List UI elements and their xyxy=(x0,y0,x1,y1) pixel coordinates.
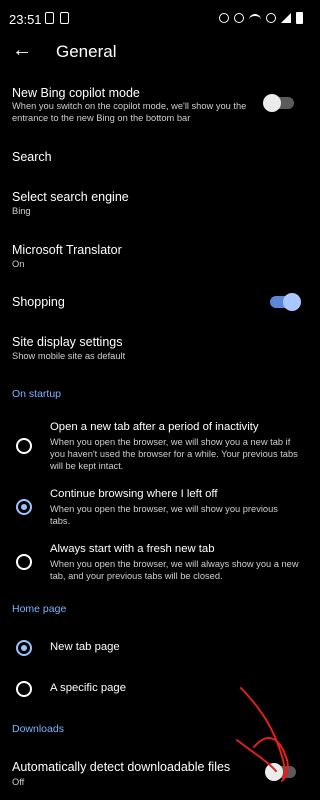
status-bar: 23:51 xyxy=(0,0,312,34)
status-time: 23:51 xyxy=(9,12,42,27)
radio-button-selected[interactable] xyxy=(16,499,32,515)
setting-translator[interactable]: Microsoft Translator On xyxy=(0,239,312,273)
section-header-homepage: Home page xyxy=(12,603,67,615)
setting-value: On xyxy=(12,259,25,269)
setting-search[interactable]: Search xyxy=(0,146,312,170)
bing-copilot-toggle[interactable] xyxy=(263,94,294,112)
setting-value: Off xyxy=(12,777,25,787)
option-title: Open a new tab after a period of inactiv… xyxy=(50,421,259,433)
setting-search-engine[interactable]: Select search engine Bing xyxy=(0,186,312,220)
homepage-option[interactable]: A specific page xyxy=(0,677,312,703)
setting-bing-copilot[interactable]: New Bing copilot mode When you switch on… xyxy=(0,82,312,128)
page-title: General xyxy=(56,42,117,61)
setting-value: Bing xyxy=(12,206,31,216)
back-arrow-icon[interactable]: ← xyxy=(12,40,32,60)
setting-title: Automatically detect downloadable files xyxy=(12,760,231,774)
setting-title: Microsoft Translator xyxy=(12,243,122,257)
status-left-icons xyxy=(45,12,69,24)
section-header-downloads: Downloads xyxy=(12,723,64,735)
toggle-knob xyxy=(263,94,281,112)
radio-button[interactable] xyxy=(16,554,32,570)
radio-button[interactable] xyxy=(16,438,32,454)
option-title: A specific page xyxy=(50,682,126,694)
sim-icon xyxy=(45,12,54,24)
auto-detect-toggle[interactable] xyxy=(265,763,296,781)
signal-icon xyxy=(281,13,291,23)
option-title: Continue browsing where I left off xyxy=(50,488,218,500)
startup-option[interactable]: Always start with a fresh new tab When y… xyxy=(0,538,312,586)
setting-shopping[interactable]: Shopping xyxy=(0,291,312,315)
setting-value: Show mobile site as default xyxy=(12,351,126,361)
call-icon xyxy=(266,13,276,23)
option-description: When you open the browser, we will alway… xyxy=(50,559,299,581)
toggle-knob xyxy=(283,293,301,311)
setting-title: Shopping xyxy=(12,295,65,309)
alarm-icon xyxy=(219,13,229,23)
setting-site-display[interactable]: Site display settings Show mobile site a… xyxy=(0,331,312,365)
radio-button-selected[interactable] xyxy=(16,640,32,656)
setting-auto-detect-downloads[interactable]: Automatically detect downloadable files … xyxy=(0,756,312,792)
status-right-icons xyxy=(219,12,303,24)
setting-title: Search xyxy=(12,150,52,164)
setting-title: Select search engine xyxy=(12,190,129,204)
radio-button[interactable] xyxy=(16,681,32,697)
setting-title: New Bing copilot mode xyxy=(12,86,140,100)
notification-icon xyxy=(60,12,69,24)
option-description: When you open the browser, we will show … xyxy=(50,504,278,526)
option-description: When you open the browser, we will show … xyxy=(50,437,298,471)
section-header-startup: On startup xyxy=(12,388,62,400)
app-bar: ← General xyxy=(0,34,312,70)
wifi-icon xyxy=(249,13,261,23)
startup-option[interactable]: Open a new tab after a period of inactiv… xyxy=(0,416,312,476)
option-title: New tab page xyxy=(50,641,120,653)
homepage-option[interactable]: New tab page xyxy=(0,636,312,662)
startup-option[interactable]: Continue browsing where I left off When … xyxy=(0,483,312,531)
toggle-knob xyxy=(265,763,283,781)
option-title: Always start with a fresh new tab xyxy=(50,543,215,555)
setting-description: When you switch on the copilot mode, we'… xyxy=(12,101,247,123)
mute-icon xyxy=(234,13,244,23)
battery-icon xyxy=(296,12,303,24)
setting-title: Site display settings xyxy=(12,335,123,349)
shopping-toggle[interactable] xyxy=(270,293,301,311)
